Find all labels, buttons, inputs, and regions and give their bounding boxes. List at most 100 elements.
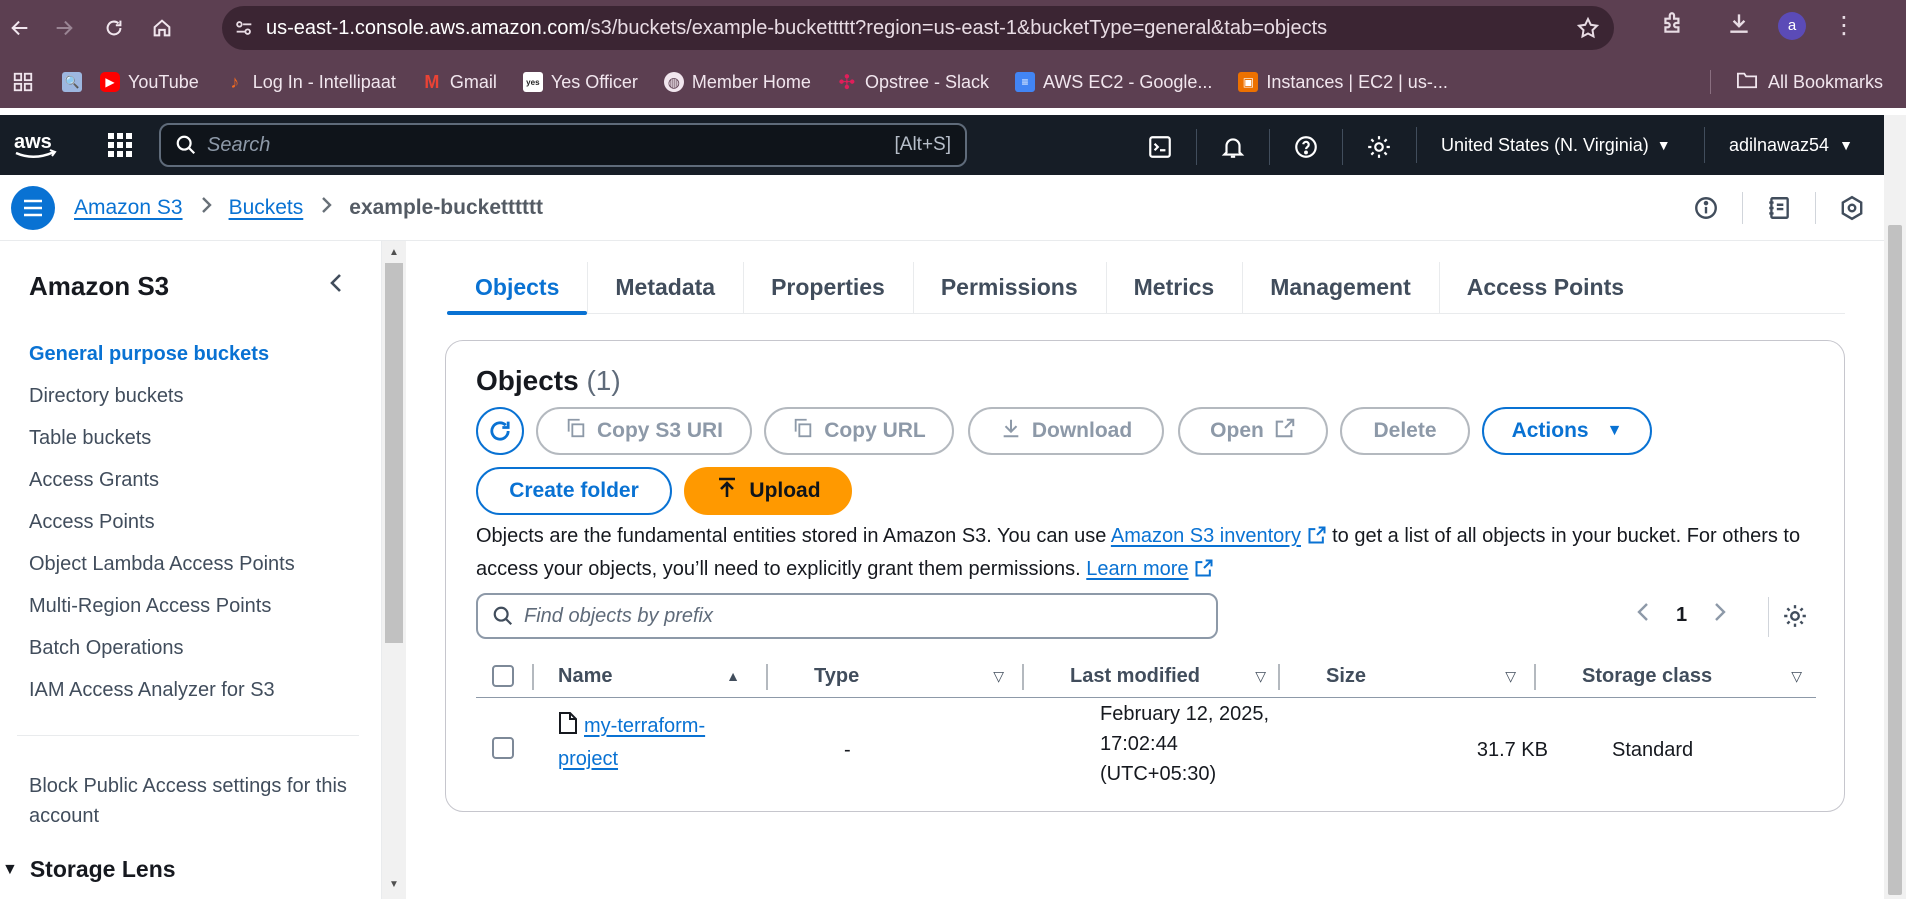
object-name-link[interactable]: my-terraform- (584, 715, 705, 737)
search-icon (492, 605, 514, 627)
sidebar-list: General purpose buckets Directory bucket… (29, 333, 295, 711)
tab-management[interactable]: Management (1242, 262, 1439, 314)
tab-access-points[interactable]: Access Points (1438, 262, 1652, 314)
open-button[interactable]: Open (1178, 407, 1328, 455)
page-scrollbar[interactable] (1884, 115, 1906, 899)
account-menu[interactable]: adilnawaz54 ▼ (1729, 115, 1853, 175)
bookmark-image-search[interactable]: 🔍 (62, 72, 82, 92)
side-navigation: Amazon S3 General purpose buckets Direct… (0, 241, 382, 899)
current-page[interactable]: 1 (1676, 604, 1687, 627)
home-icon[interactable] (144, 10, 180, 46)
aws-logo-icon[interactable]: aws (12, 129, 60, 166)
profile-avatar[interactable]: a (1778, 11, 1806, 40)
tab-permissions[interactable]: Permissions (912, 262, 1106, 314)
bookmark-star-icon[interactable] (1576, 16, 1600, 45)
next-page-icon[interactable] (1713, 601, 1727, 629)
bookmark-intellipaat[interactable]: ♪ Log In - Intellipaat (225, 72, 396, 93)
settings-gear-icon[interactable] (1363, 131, 1395, 163)
tab-metadata[interactable]: Metadata (587, 262, 743, 314)
address-bar[interactable]: us-east-1.console.aws.amazon.com/s3/buck… (222, 6, 1614, 50)
sidebar-item-object-lambda[interactable]: Object Lambda Access Points (29, 543, 295, 585)
s3-inventory-link[interactable]: Amazon S3 inventory (1111, 525, 1301, 547)
site-settings-icon[interactable] (222, 17, 266, 39)
collapse-chevron-icon[interactable] (326, 271, 346, 300)
more-menu-icon[interactable]: ⋮ (1832, 13, 1856, 38)
sidebar-item-iam-access-analyzer[interactable]: IAM Access Analyzer for S3 (29, 669, 295, 711)
cloudshell-icon[interactable] (1144, 131, 1176, 163)
all-bookmarks[interactable]: All Bookmarks (1736, 56, 1883, 108)
notes-panel-icon[interactable] (1763, 192, 1795, 224)
column-last-modified[interactable]: Last modified ▽ (1070, 654, 1286, 698)
breadcrumb-buckets[interactable]: Buckets (229, 196, 304, 220)
bookmark-member-home[interactable]: ◍ Member Home (663, 72, 811, 93)
sidebar-item-access-grants[interactable]: Access Grants (29, 459, 295, 501)
extensions-icon[interactable] (1660, 10, 1686, 41)
reload-icon[interactable] (96, 10, 132, 46)
previous-page-icon[interactable] (1636, 601, 1650, 629)
bucket-tabs: Objects Metadata Properties Permissions … (447, 262, 1845, 315)
download-button[interactable]: Download (968, 407, 1164, 455)
delete-button[interactable]: Delete (1340, 407, 1470, 455)
notifications-bell-icon[interactable] (1217, 131, 1249, 163)
create-folder-button[interactable]: Create folder (476, 467, 672, 515)
actions-dropdown-button[interactable]: Actions ▼ (1482, 407, 1652, 455)
tab-properties[interactable]: Properties (743, 262, 913, 314)
bookmark-yes-officer[interactable]: yes Yes Officer (522, 72, 638, 93)
objects-title: Objects (1) (476, 365, 621, 396)
column-type[interactable]: Type ▽ (814, 654, 1024, 698)
back-arrow-icon[interactable] (2, 10, 38, 46)
sidebar-item-general-purpose-buckets[interactable]: General purpose buckets (29, 333, 295, 375)
object-last-modified: February 12, 2025, 17:02:44 (UTC+05:30) (1100, 703, 1269, 785)
search-shortcut: [Alt+S] (894, 134, 952, 155)
info-icon[interactable] (1690, 192, 1722, 224)
download-icon (1000, 417, 1022, 445)
sidebar-item-block-public-access[interactable]: Block Public Access settings for this ac… (29, 771, 349, 831)
scroll-up-icon[interactable]: ▲ (389, 247, 399, 258)
row-checkbox[interactable] (492, 737, 514, 759)
select-all-checkbox[interactable] (492, 654, 514, 698)
column-size[interactable]: Size ▽ (1326, 654, 1536, 698)
breadcrumb-amazon-s3[interactable]: Amazon S3 (74, 196, 183, 220)
download-icon[interactable] (1726, 10, 1752, 41)
sidebar-item-table-buckets[interactable]: Table buckets (29, 417, 295, 459)
hamburger-menu-icon[interactable] (11, 186, 55, 230)
table-preferences-gear-icon[interactable] (1782, 603, 1808, 634)
apps-grid-icon[interactable] (12, 71, 34, 93)
bookmark-youtube[interactable]: ▶ YouTube (100, 72, 199, 93)
sidebar-item-directory-buckets[interactable]: Directory buckets (29, 375, 295, 417)
forward-arrow-icon[interactable] (46, 10, 82, 46)
object-name-link-cont[interactable]: project (558, 748, 618, 770)
bookmark-instances-ec2[interactable]: ▣ Instances | EC2 | us-... (1238, 72, 1448, 93)
sidebar-scroll-thumb[interactable] (385, 263, 403, 643)
bookmark-slack[interactable]: ✣ Opstree - Slack (837, 72, 989, 94)
sidebar-item-multi-region[interactable]: Multi-Region Access Points (29, 585, 295, 627)
aws-search-input[interactable]: Search [Alt+S] (159, 123, 967, 167)
region-selector[interactable]: United States (N. Virginia) ▼ (1441, 115, 1671, 175)
help-icon[interactable] (1290, 131, 1322, 163)
find-objects-input[interactable]: Find objects by prefix (476, 593, 1218, 639)
sidebar-scrollbar[interactable]: ▲ ▼ (382, 241, 406, 899)
tab-metrics[interactable]: Metrics (1105, 262, 1243, 314)
google-docs-icon: ≡ (1014, 72, 1035, 92)
sidebar-section-storage-lens[interactable]: ▼ Storage Lens (2, 856, 176, 883)
column-storage-class[interactable]: Storage class ▽ (1582, 654, 1810, 698)
sidebar-item-access-points[interactable]: Access Points (29, 501, 295, 543)
services-menu-icon[interactable] (106, 131, 134, 164)
copy-s3-uri-button[interactable]: Copy S3 URI (536, 407, 752, 455)
sidebar-title: Amazon S3 (29, 271, 170, 301)
copy-url-button[interactable]: Copy URL (764, 407, 954, 455)
page-scroll-thumb[interactable] (1888, 225, 1902, 895)
external-link-icon (1194, 557, 1214, 587)
bookmark-aws-ec2-google-doc[interactable]: ≡ AWS EC2 - Google... (1014, 72, 1212, 93)
scroll-down-icon[interactable]: ▼ (389, 879, 399, 890)
tab-objects[interactable]: Objects (447, 262, 588, 315)
upload-button[interactable]: Upload (684, 467, 852, 515)
learn-more-link[interactable]: Learn more (1086, 558, 1188, 580)
table-row: my-terraform- project - February 12, 202… (476, 699, 1816, 799)
refresh-button[interactable] (476, 407, 524, 455)
upload-arrow-icon (715, 476, 739, 506)
column-name[interactable]: Name ▲ (558, 654, 748, 698)
sidebar-item-batch-operations[interactable]: Batch Operations (29, 627, 295, 669)
bookmark-gmail[interactable]: M Gmail (422, 72, 497, 93)
hexagon-settings-icon[interactable] (1836, 192, 1868, 224)
